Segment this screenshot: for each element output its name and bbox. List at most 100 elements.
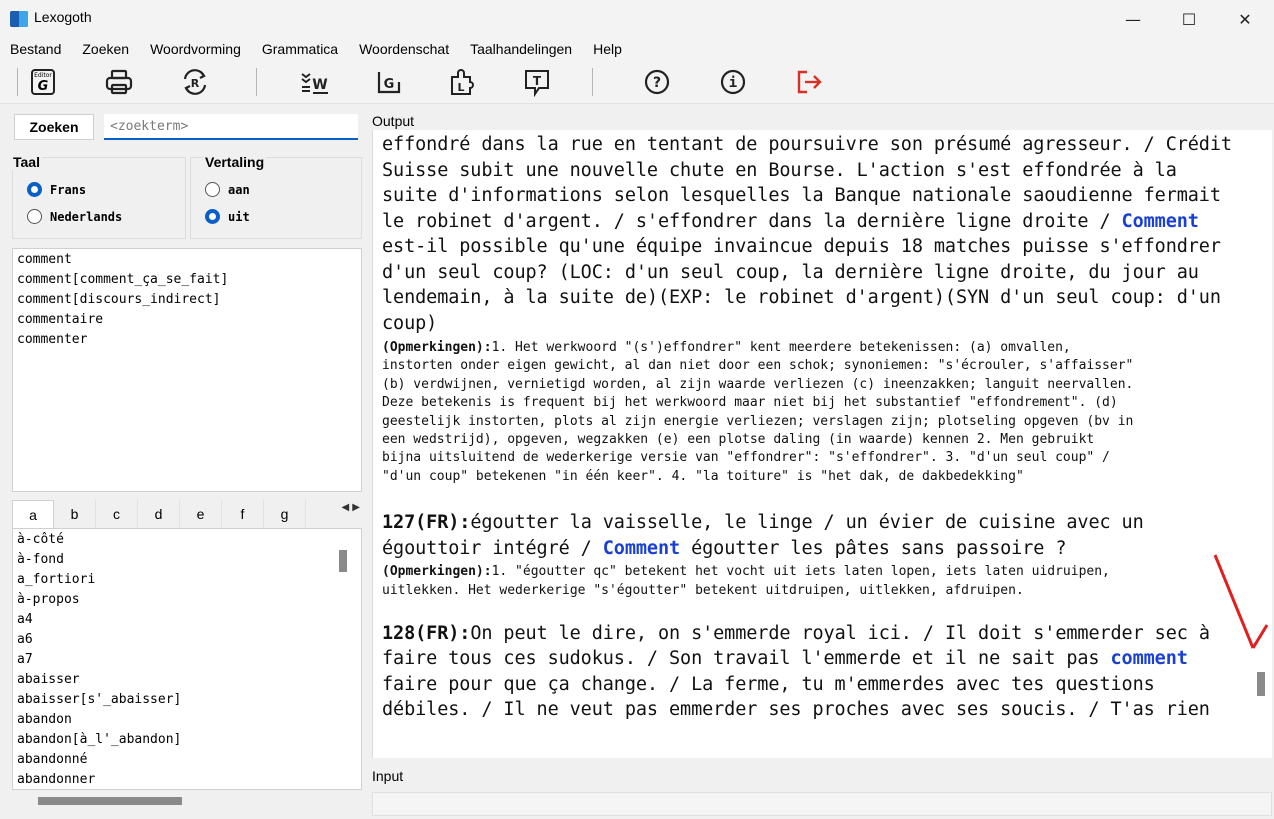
remarks-line: bijna uitsluitend de wederkerige versie … [382, 450, 1110, 466]
toolbar-separator [592, 68, 593, 96]
remarks-line: (Opmerkingen):1. Het werkwoord "(s')effo… [382, 340, 1071, 355]
list-item[interactable]: comment[discours_indirect] [13, 290, 361, 310]
svg-text:T: T [533, 74, 542, 88]
list-item[interactable]: a7 [13, 650, 361, 670]
output-label: Output [372, 113, 415, 129]
radio-frans[interactable]: Frans [27, 182, 86, 197]
remarks-line: (Opmerkingen):1. "égoutter qc" betekent … [382, 564, 1110, 580]
menu-grammatica[interactable]: Grammatica [252, 38, 349, 60]
list-item[interactable]: à-propos [13, 590, 361, 610]
output-line: effondré dans la rue en tentant de pours… [382, 134, 1232, 155]
alphabet-tabs: a b c d e f g ◀ ▶ [12, 500, 360, 528]
search-button[interactable]: Zoeken [14, 114, 94, 140]
remarks-label: (Opmerkingen): [382, 340, 492, 355]
remarks-line: "d'un coup" betekenen "in één keer". 4. … [382, 468, 1024, 484]
list-item[interactable]: abandon [13, 710, 361, 730]
vertaling-title: Vertaling [203, 154, 267, 170]
list-item[interactable]: a_fortiori [13, 570, 361, 590]
list-item[interactable]: abandonner [13, 770, 361, 789]
list-item[interactable]: a6 [13, 630, 361, 650]
annotation-arrow-icon [1213, 554, 1269, 649]
radio-aan[interactable]: aan [205, 182, 250, 197]
list-item[interactable]: commentaire [13, 310, 361, 330]
menu-help[interactable]: Help [583, 38, 633, 60]
keyword-highlight: Comment [602, 537, 681, 559]
radio-nederlands[interactable]: Nederlands [27, 209, 122, 224]
list-item[interactable]: à-fond [13, 550, 361, 570]
entry-128-line: 128(FR):On peut le dire, on s'emmerde ro… [382, 622, 1210, 644]
radio-unselected-icon [27, 209, 42, 224]
menu-zoeken[interactable]: Zoeken [72, 38, 140, 60]
info-icon[interactable]: i [716, 66, 750, 98]
tab-b[interactable]: b [54, 500, 96, 528]
list-item[interactable]: à-côté [13, 530, 361, 550]
list-item[interactable]: commenter [13, 330, 361, 350]
tab-c[interactable]: c [96, 500, 138, 528]
toolbar-separator [17, 68, 18, 96]
editor-label: Editor [34, 72, 52, 79]
input-field[interactable] [372, 792, 1272, 816]
word-list-vscroll[interactable] [339, 550, 347, 572]
menu-woordenschat[interactable]: Woordenschat [349, 38, 460, 60]
puzzle-l-icon[interactable]: L [446, 66, 480, 98]
radio-aan-label: aan [228, 182, 250, 197]
menu-taalhandelingen[interactable]: Taalhandelingen [460, 38, 583, 60]
svg-text:i: i [729, 75, 737, 91]
svg-text:G: G [38, 79, 49, 94]
tab-scroll-arrows-icon[interactable]: ◀ ▶ [341, 502, 360, 513]
menu-bar: Bestand Zoeken Woordvorming Grammatica W… [0, 38, 1274, 60]
toolbar: Editor G R W G L T ? i [0, 60, 1274, 104]
entry-number: 127(FR): [382, 512, 471, 534]
radio-frans-label: Frans [50, 182, 87, 197]
title-bar: Lexogoth — ☐ ✕ [0, 0, 1274, 38]
list-item[interactable]: abandonné [13, 750, 361, 770]
list-item[interactable]: comment[comment_ça_se_fait] [13, 270, 361, 290]
keyword-highlight: comment [1110, 648, 1188, 670]
tab-f[interactable]: f [222, 500, 264, 528]
tab-d[interactable]: d [138, 500, 180, 528]
toolbar-separator [256, 68, 257, 96]
list-item[interactable]: abaisser[s'_abaisser] [13, 690, 361, 710]
search-input[interactable] [104, 114, 358, 140]
output-vscroll[interactable] [1257, 672, 1265, 696]
remarks-label: (Opmerkingen): [382, 564, 492, 580]
printer-icon[interactable] [102, 66, 136, 98]
output-line: le robinet d'argent. / s'effondrer dans … [382, 210, 1199, 232]
bracket-g-icon[interactable]: G [372, 66, 406, 98]
list-item[interactable]: a4 [13, 610, 361, 630]
entry-number: 128(FR): [382, 622, 471, 644]
tab-e[interactable]: e [180, 500, 222, 528]
output-line: lendemain, à la suite de)(EXP: le robine… [382, 287, 1221, 308]
taal-title: Taal [11, 154, 42, 170]
remarks-line: uitlekken. Het wederkerige "s'égoutter" … [382, 582, 1024, 598]
help-icon[interactable]: ? [640, 66, 674, 98]
maximize-button[interactable]: ☐ [1166, 4, 1212, 34]
taal-group: Taal Frans Nederlands [11, 154, 186, 239]
menu-bestand[interactable]: Bestand [0, 38, 72, 60]
remarks-line: Deze betekenis is frequent bij het werkw… [382, 395, 1118, 411]
speech-t-icon[interactable]: T [520, 66, 554, 98]
output-line: coup) [382, 312, 438, 334]
menu-woordvorming[interactable]: Woordvorming [140, 38, 252, 60]
word-list-hscroll[interactable] [38, 797, 182, 805]
list-item[interactable]: comment [13, 250, 361, 270]
refresh-r-icon[interactable]: R [178, 66, 212, 98]
minimize-button[interactable]: — [1110, 4, 1156, 34]
tab-g[interactable]: g [264, 500, 306, 528]
list-item[interactable]: abaisser [13, 670, 361, 690]
tab-a[interactable]: a [12, 500, 54, 528]
close-button[interactable]: ✕ [1222, 4, 1268, 34]
entry-127-line: 127(FR):égoutter la vaisselle, le linge … [382, 512, 1144, 534]
window-title: Lexogoth [34, 9, 92, 25]
remarks-line: (b) verdwijnen, vernietigd worden, al zi… [382, 376, 1134, 392]
editor-g-icon[interactable]: Editor G [26, 66, 60, 98]
output-line: Suisse subit une nouvelle chute en Bours… [382, 159, 1177, 181]
svg-text:R: R [191, 77, 200, 90]
exit-icon[interactable] [792, 66, 826, 98]
entry-128-line: débiles. / Il ne veut pas emmerder ses p… [382, 699, 1210, 721]
sort-w-icon[interactable]: W [298, 66, 332, 98]
radio-uit-label: uit [228, 209, 250, 224]
results-list: comment comment[comment_ça_se_fait] comm… [12, 248, 362, 492]
radio-uit[interactable]: uit [205, 209, 250, 224]
list-item[interactable]: abandon[à_l'_abandon] [13, 730, 361, 750]
